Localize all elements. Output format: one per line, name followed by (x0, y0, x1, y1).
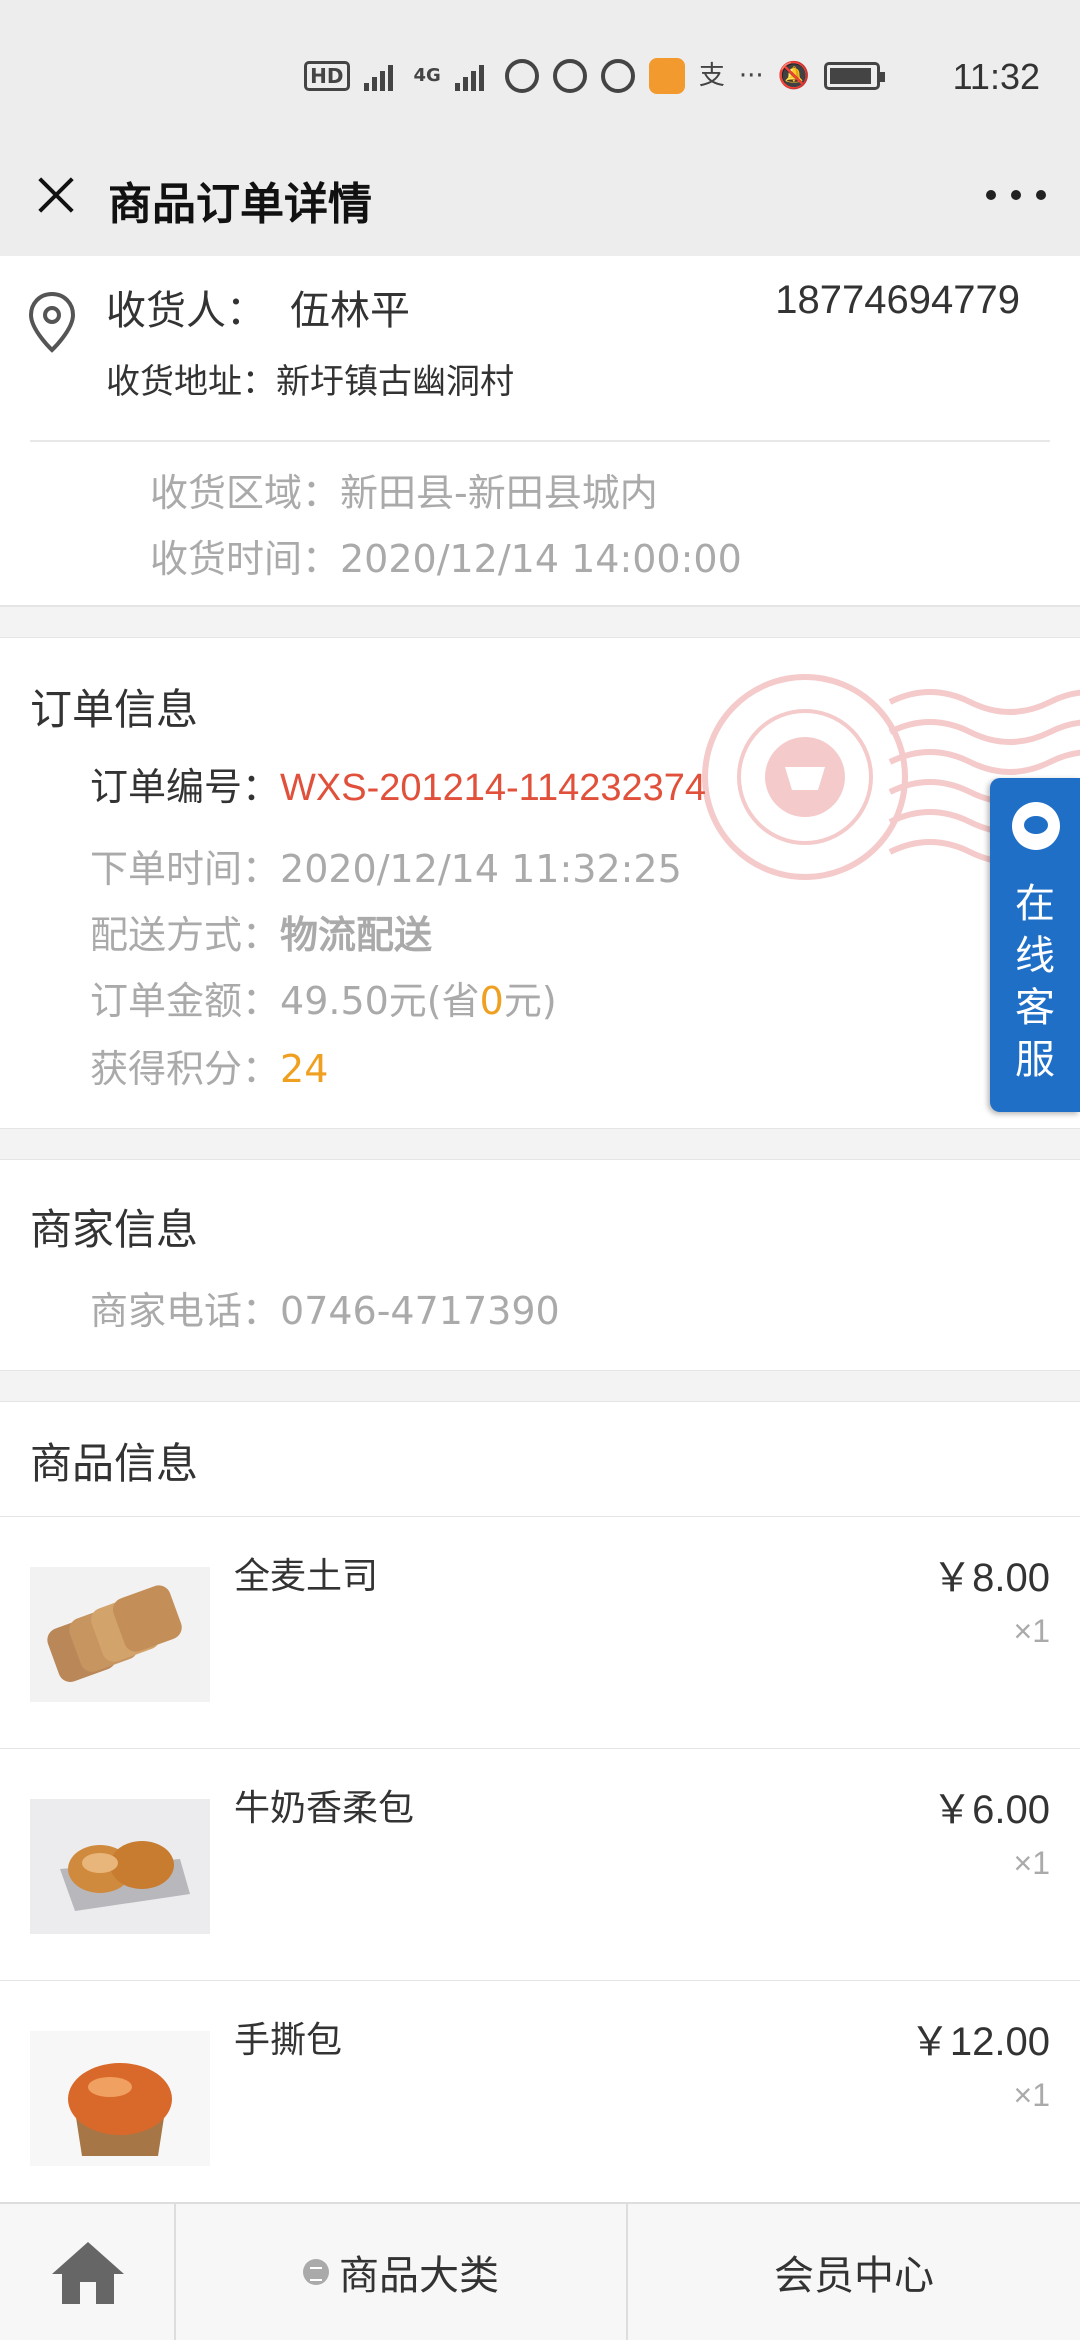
order-number-label: 订单编号： (90, 765, 281, 809)
bottom-nav: 商品大类 会员中心 (0, 2202, 1080, 2340)
saved-amount: 0 (479, 979, 504, 1023)
home-icon (52, 2242, 124, 2304)
header-bar: 商品订单详情 (0, 150, 1080, 256)
goods-price: ￥12.00 (909, 2020, 1050, 2064)
goods-quantity: ×1 (1013, 1845, 1050, 1881)
app-notification-icon (504, 59, 539, 93)
online-service-button[interactable]: 在 线 客 服 (990, 778, 1080, 1112)
points-value: 24 (280, 1047, 329, 1091)
order-amount-suffix: 元) (503, 979, 557, 1023)
hand-torn-bread-image (30, 2031, 210, 2166)
clock: 11:32 (952, 56, 1040, 97)
goods-name: 手撕包 (234, 2020, 343, 2061)
home-button[interactable] (0, 2204, 176, 2340)
close-icon[interactable] (30, 170, 80, 220)
goods-price: ￥6.00 (932, 1788, 1050, 1832)
order-info-title: 订单信息 (30, 685, 199, 734)
merchant-info-title: 商家信息 (30, 1205, 199, 1254)
order-number-row: 订单编号：WXS-201214-114232374 (90, 756, 706, 811)
merchant-phone-label: 商家电话： (90, 1289, 281, 1333)
goods-price: ￥8.00 (932, 1556, 1050, 1600)
delivery-method-value: 物流配送 (280, 913, 433, 957)
more-notifications-icon: ··· (738, 61, 764, 91)
delivery-method-row: 配送方式：物流配送 (90, 904, 432, 959)
goods-info-title: 商品信息 (30, 1439, 199, 1488)
order-number-value: WXS-201214-114232374 (280, 767, 707, 809)
points-label: 获得积分： (90, 1047, 281, 1091)
battery-icon (824, 62, 885, 90)
receiver: 收货人： 伍林平 (106, 278, 410, 336)
order-amount-row: 订单金额：49.50元(省0元) (90, 970, 557, 1025)
receiver-phone: 18774694779 (775, 278, 1020, 322)
signal-icon-2 (454, 61, 491, 91)
goods-item[interactable]: 牛奶香柔包 ￥6.00 ×1 (0, 1748, 1080, 1980)
section-gap (0, 1370, 1080, 1402)
mute-bell-icon: 🔕 (777, 61, 810, 91)
order-time-row: 下单时间：2020/12/14 11:32:25 (90, 838, 682, 893)
member-center-button[interactable]: 会员中心 (628, 2204, 1080, 2340)
points-row: 获得积分：24 (90, 1038, 328, 1093)
address-section: 收货人： 伍林平 18774694779 收货地址：新圩镇古幽洞村 收货区域：新田… (0, 256, 1080, 606)
menu-icon (303, 2259, 329, 2285)
merchant-phone-value[interactable]: 0746-4717390 (280, 1289, 560, 1333)
signal-icon (363, 61, 400, 91)
delivery-time: 收货时间：2020/12/14 14:00:00 (150, 537, 742, 581)
location-pin-icon (28, 291, 76, 353)
section-gap (0, 606, 1080, 638)
receiver-name: 伍林平 (290, 288, 410, 334)
milk-soft-bread-image (30, 1799, 210, 1934)
video-app-icon (648, 58, 685, 94)
goods-quantity: ×1 (1013, 2077, 1050, 2113)
category-nav-label: 商品大类 (339, 2253, 499, 2299)
order-amount-label: 订单金额： (90, 979, 281, 1023)
merchant-phone-row[interactable]: 商家电话：0746-4717390 (90, 1280, 560, 1335)
divider (30, 440, 1050, 442)
goods-name: 牛奶香柔包 (234, 1788, 415, 1829)
delivery-region: 收货区域：新田县-新田县城内 (150, 471, 658, 515)
status-icons: HD 4G 支 ··· 🔕 (304, 58, 885, 94)
whole-wheat-toast-image (30, 1567, 210, 1702)
category-nav-button[interactable]: 商品大类 (176, 2204, 628, 2340)
goods-item[interactable]: 全麦土司 ￥8.00 ×1 (0, 1516, 1080, 1748)
section-gap (0, 1128, 1080, 1160)
customer-service-icon (1012, 802, 1060, 850)
online-service-label: 在 线 客 服 (1015, 881, 1055, 1083)
goods-name: 全麦土司 (234, 1556, 379, 1597)
member-center-label: 会员中心 (774, 2253, 934, 2299)
order-amount-value: 49.50元(省 (280, 979, 480, 1023)
alipay-icon: 支 (698, 61, 725, 91)
order-time-value: 2020/12/14 11:32:25 (280, 847, 682, 891)
status-bar: HD 4G 支 ··· 🔕 11:32 (0, 0, 1080, 150)
goods-quantity: ×1 (1013, 1613, 1050, 1649)
order-time-label: 下单时间： (90, 847, 281, 891)
page-title: 商品订单详情 (108, 179, 372, 230)
delivery-address: 收货地址：新圩镇古幽洞村 (106, 362, 514, 402)
goods-item[interactable]: 手撕包 ￥12.00 ×1 (0, 1980, 1080, 2202)
wechat-icon (552, 59, 587, 93)
delivery-method-label: 配送方式： (90, 913, 281, 957)
network-type-icon: 4G (413, 65, 441, 86)
more-options-icon[interactable] (986, 180, 1046, 210)
browser-icon (600, 59, 635, 93)
hd-icon: HD (304, 61, 350, 91)
receiver-label: 收货人： (106, 288, 266, 334)
